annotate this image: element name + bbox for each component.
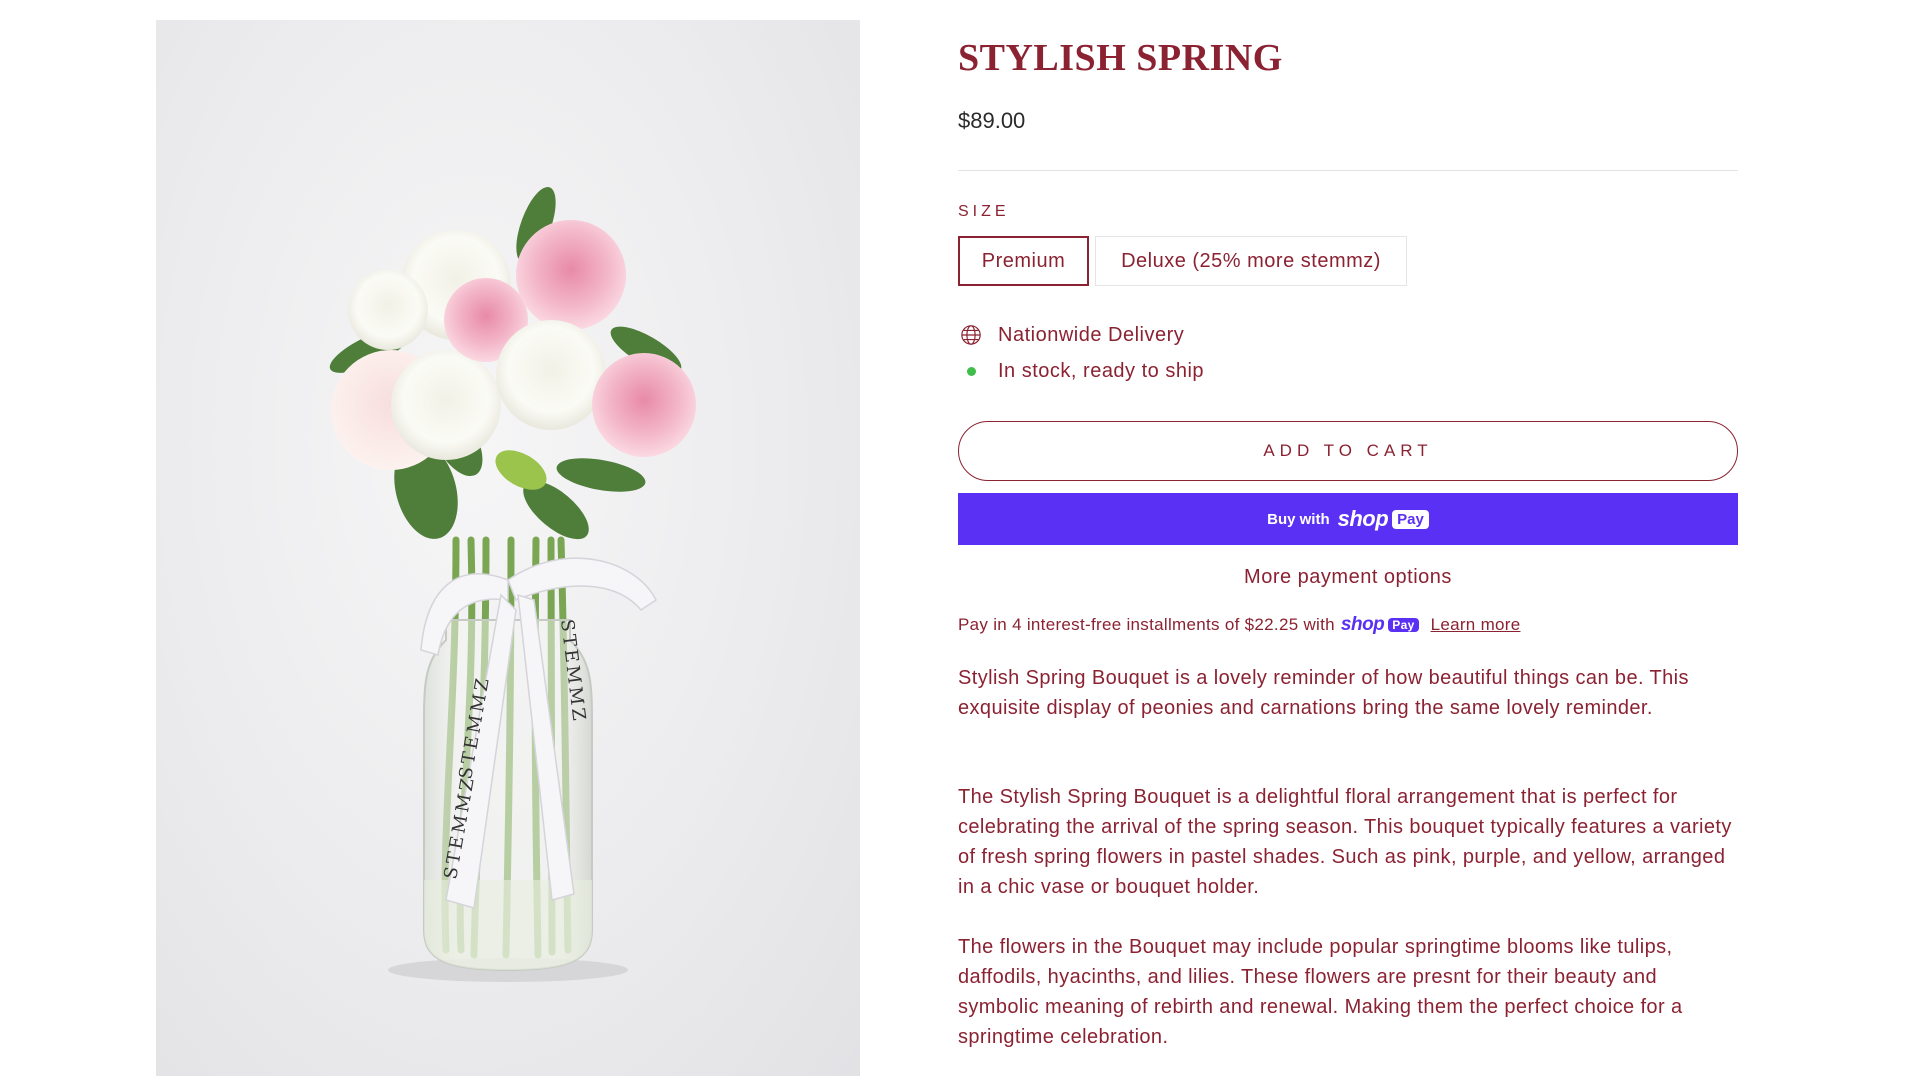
add-to-cart-button[interactable]: ADD TO CART <box>958 421 1738 481</box>
description-paragraph-1: Stylish Spring Bouquet is a lovely remin… <box>958 667 1689 719</box>
product-image[interactable]: STEMMZ STEMMZ STEMMZ <box>156 20 860 1076</box>
product-title: STYLISH SPRING <box>958 37 1283 79</box>
globe-icon <box>958 322 984 348</box>
pay-pill: Pay <box>1392 509 1429 529</box>
stock-text: In stock, ready to ship <box>998 359 1205 382</box>
buy-with-label: Buy with <box>1267 510 1330 528</box>
description-paragraph-3: The flowers in the Bouquet may include p… <box>958 936 1683 1048</box>
delivery-info: Nationwide Delivery <box>958 322 1184 348</box>
size-label: SIZE <box>958 203 1010 220</box>
green-dot-icon <box>958 358 984 384</box>
stock-info: In stock, ready to ship <box>958 358 1204 384</box>
installments-info: Pay in 4 interest-free installments of $… <box>958 614 1521 636</box>
shop-pay-logo: shop <box>1337 506 1389 531</box>
more-payment-options-link[interactable]: More payment options <box>958 566 1738 589</box>
size-options: Premium Deluxe (25% more stemmz) <box>958 236 1407 286</box>
product-price: $89.00 <box>958 108 1026 133</box>
size-option-deluxe[interactable]: Deluxe (25% more stemmz) <box>1095 236 1407 286</box>
learn-more-link[interactable]: Learn more <box>1431 615 1521 635</box>
delivery-text: Nationwide Delivery <box>998 323 1185 346</box>
bouquet-illustration: STEMMZ STEMMZ STEMMZ <box>329 187 696 982</box>
product-page: STEMMZ STEMMZ STEMMZ STYLISH SPRING $89.… <box>0 0 1920 1080</box>
installments-text: Pay in 4 interest-free installments of $… <box>958 615 1335 634</box>
shop-pay-inline-logo: shop Pay <box>1341 614 1419 636</box>
description-paragraph-2: The Stylish Spring Bouquet is a delightf… <box>958 786 1732 898</box>
size-option-premium[interactable]: Premium <box>958 236 1089 286</box>
buy-with-shop-pay-button[interactable]: Buy with shop Pay <box>958 493 1738 545</box>
divider <box>958 170 1738 171</box>
